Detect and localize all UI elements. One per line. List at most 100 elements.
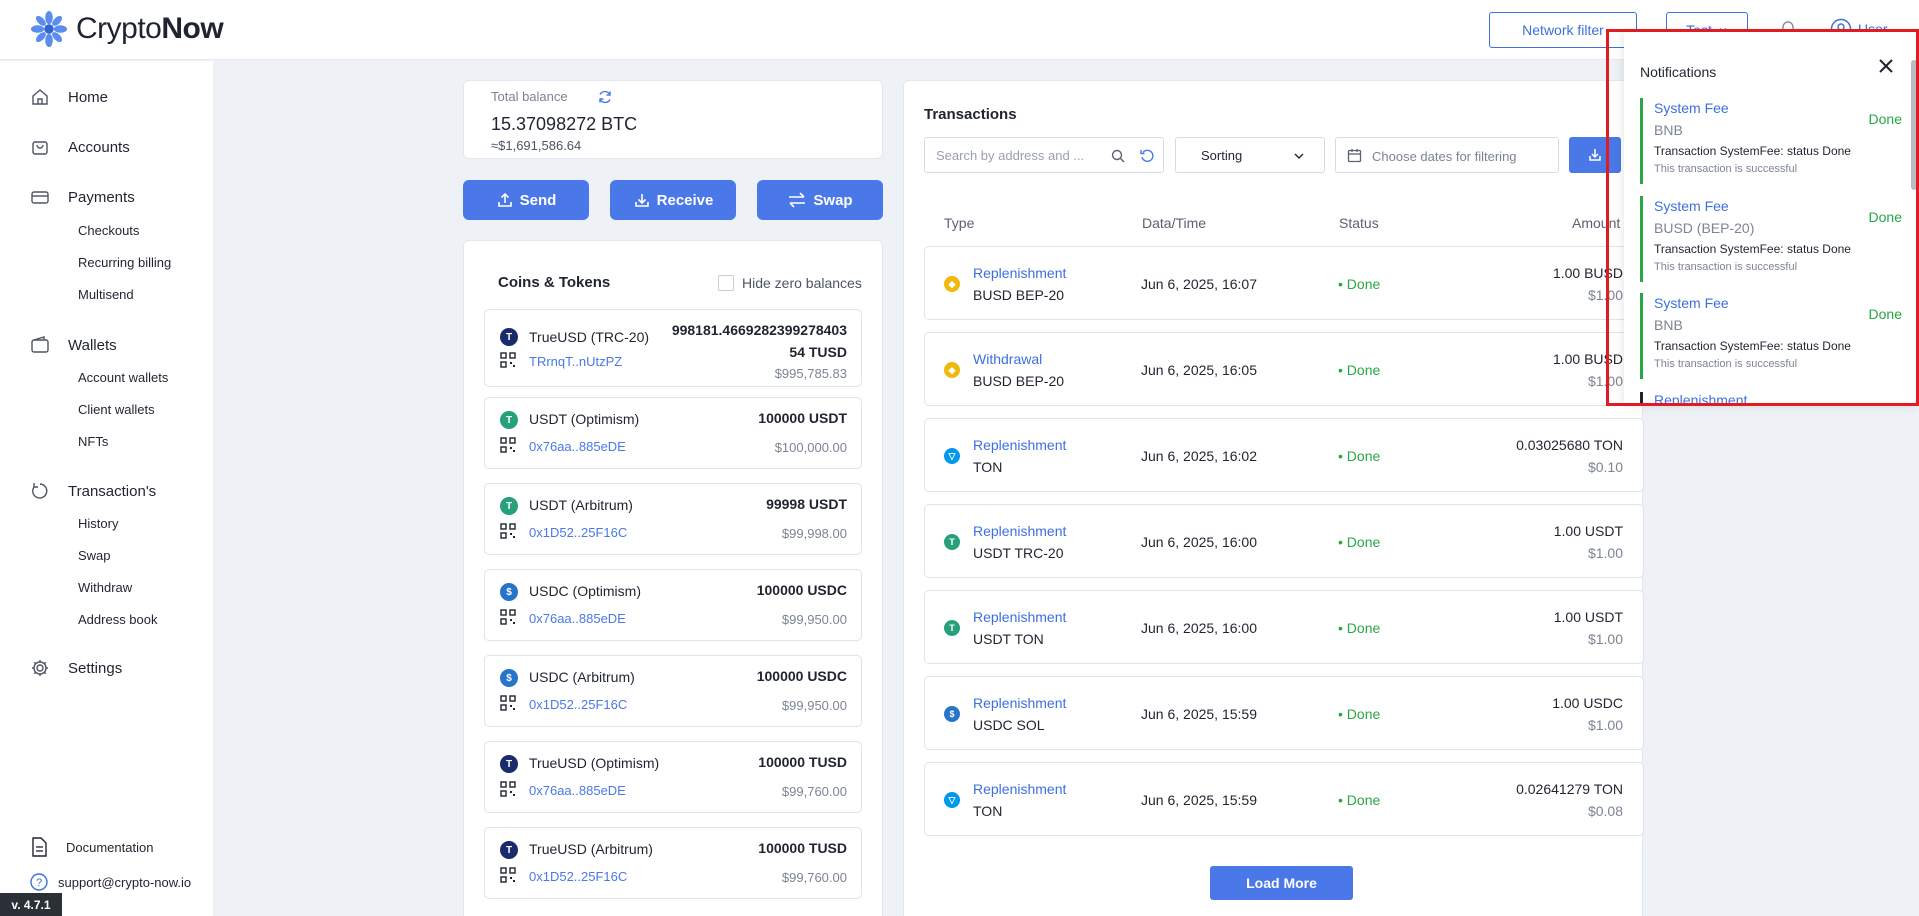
hide-zero-balances-toggle[interactable]: Hide zero balances <box>718 275 862 291</box>
qr-code-icon[interactable] <box>500 695 516 711</box>
coin-row[interactable]: T USDT (Optimism) 0x76aa..885eDE 100000 … <box>484 397 862 469</box>
transaction-row[interactable]: ▽ Replenishment TON Jun 6, 2025, 15:59 •… <box>924 762 1644 836</box>
ton-icon: ▽ <box>944 792 960 808</box>
notification-item-partial[interactable]: Replenishment <box>1640 392 1902 403</box>
coin-address[interactable]: 0x76aa..885eDE <box>529 783 626 798</box>
coin-row[interactable]: T TrueUSD (Optimism) 0x76aa..885eDE 1000… <box>484 741 862 813</box>
notification-asset: BNB <box>1654 122 1683 138</box>
column-header-date[interactable]: Data/Time <box>1142 215 1206 231</box>
tx-type[interactable]: Replenishment <box>973 437 1066 453</box>
search-icon[interactable] <box>1110 148 1126 164</box>
tx-type[interactable]: Replenishment <box>973 695 1066 711</box>
sorting-select[interactable]: Sorting <box>1175 137 1325 173</box>
sidebar-item-accounts[interactable]: Accounts <box>30 137 130 157</box>
qr-code-icon[interactable] <box>500 352 516 368</box>
receive-button[interactable]: Receive <box>610 180 736 220</box>
coin-row[interactable]: T TrueUSD (Arbitrum) 0x1D52..25F16C 1000… <box>484 827 862 899</box>
tx-type[interactable]: Withdrawal <box>973 351 1042 367</box>
sidebar-item-label: Wallets <box>68 336 117 354</box>
coin-address[interactable]: 0x76aa..885eDE <box>529 439 626 454</box>
coin-row[interactable]: T TrueUSD (TRC-20) TRrnqT..nUtzPZ 998181… <box>484 309 862 387</box>
search-input[interactable]: Search by address and ... <box>924 137 1164 173</box>
transaction-row[interactable]: T Replenishment USDT TRC-20 Jun 6, 2025,… <box>924 504 1644 578</box>
column-header-amount[interactable]: Amount <box>1572 215 1620 231</box>
hide-zero-checkbox[interactable] <box>718 275 734 291</box>
column-header-status[interactable]: Status <box>1339 215 1379 231</box>
notification-item[interactable]: System Fee Done BNB Transaction SystemFe… <box>1640 293 1902 379</box>
sidebar-item-home[interactable]: Home <box>30 87 108 107</box>
transaction-row[interactable]: ▽ Replenishment TON Jun 6, 2025, 16:02 •… <box>924 418 1644 492</box>
coin-address[interactable]: 0x1D52..25F16C <box>529 869 627 884</box>
sidebar-subitem-account-wallets[interactable]: Account wallets <box>78 370 168 385</box>
coin-address[interactable]: TRrnqT..nUtzPZ <box>529 354 622 369</box>
close-icon[interactable] <box>1876 56 1896 76</box>
notification-asset: BUSD (BEP-20) <box>1654 220 1755 236</box>
sidebar-subitem-nfts[interactable]: NFTs <box>78 434 108 449</box>
tx-date: Jun 6, 2025, 16:05 <box>1141 362 1257 378</box>
coin-address[interactable]: 0x1D52..25F16C <box>529 525 627 540</box>
bag-icon <box>32 141 48 155</box>
coin-row[interactable]: $ USDC (Optimism) 0x76aa..885eDE 100000 … <box>484 569 862 641</box>
qr-code-icon[interactable] <box>500 523 516 539</box>
sidebar-item-settings[interactable]: Settings <box>30 658 122 678</box>
coin-address[interactable]: 0x76aa..885eDE <box>529 611 626 626</box>
notification-item[interactable]: System Fee Done BUSD (BEP-20) Transactio… <box>1640 196 1902 282</box>
date-range-picker[interactable]: Choose dates for filtering <box>1335 137 1559 173</box>
sidebar-subitem-address-book[interactable]: Address book <box>78 612 158 627</box>
coin-address[interactable]: 0x1D52..25F16C <box>529 697 627 712</box>
sidebar-subitem-multisend[interactable]: Multisend <box>78 287 134 302</box>
sidebar-item-label: Payments <box>68 188 135 206</box>
qr-code-icon[interactable] <box>500 781 516 797</box>
sorting-label: Sorting <box>1201 148 1243 163</box>
tx-type[interactable]: Replenishment <box>973 265 1066 281</box>
tx-type[interactable]: Replenishment <box>973 609 1066 625</box>
tx-fiat: $1.00 <box>1587 373 1623 389</box>
notification-message: Transaction SystemFee: status Done <box>1654 242 1851 256</box>
sidebar-subitem-history[interactable]: History <box>78 516 118 531</box>
sidebar-item-transactions[interactable]: Transaction's <box>30 481 156 501</box>
total-balance-fiat: ≈$1,691,586.64 <box>491 138 582 153</box>
documentation-link[interactable]: Documentation <box>30 837 153 857</box>
sidebar-subitem-checkouts[interactable]: Checkouts <box>78 223 139 238</box>
send-button[interactable]: Send <box>463 180 589 220</box>
load-more-button[interactable]: Load More <box>1210 866 1353 900</box>
sidebar-subitem-withdraw[interactable]: Withdraw <box>78 580 132 595</box>
tx-fiat: $0.10 <box>1587 459 1623 475</box>
qr-code-icon[interactable] <box>500 437 516 453</box>
sidebar-item-payments[interactable]: Payments <box>30 187 135 207</box>
refresh-icon[interactable] <box>597 89 613 105</box>
tx-type[interactable]: Replenishment <box>973 523 1066 539</box>
sidebar-subitem-recurring-billing[interactable]: Recurring billing <box>78 255 171 270</box>
transactions-title: Transactions <box>924 106 1017 123</box>
sidebar-subitem-client-wallets[interactable]: Client wallets <box>78 402 155 417</box>
logo[interactable]: CryptoNow <box>30 10 224 48</box>
tether-icon: T <box>500 497 518 515</box>
sidebar-item-wallets[interactable]: Wallets <box>30 335 117 355</box>
transaction-row[interactable]: ◆ Replenishment BUSD BEP-20 Jun 6, 2025,… <box>924 246 1644 320</box>
notification-item[interactable]: System Fee Done BNB Transaction SystemFe… <box>1640 98 1902 184</box>
qr-code-icon[interactable] <box>500 867 516 883</box>
qr-code-icon[interactable] <box>500 609 516 625</box>
coin-amount: 100000 USDC <box>756 668 847 684</box>
network-filter-button[interactable]: Network filter <box>1489 12 1637 48</box>
swap-button[interactable]: Swap <box>757 180 883 220</box>
reset-icon[interactable] <box>1139 148 1155 164</box>
export-download-button[interactable] <box>1569 137 1621 173</box>
tx-type[interactable]: Replenishment <box>973 781 1066 797</box>
sidebar-subitem-swap[interactable]: Swap <box>78 548 111 563</box>
scrollbar[interactable] <box>1911 60 1917 190</box>
transaction-row[interactable]: $ Replenishment USDC SOL Jun 6, 2025, 15… <box>924 676 1644 750</box>
transaction-row[interactable]: T Replenishment USDT TON Jun 6, 2025, 16… <box>924 590 1644 664</box>
support-email-link[interactable]: ? support@crypto-now.io <box>30 873 191 891</box>
chevron-down-icon <box>1294 153 1304 159</box>
tx-amount: 0.02641279 TON <box>1516 781 1623 797</box>
receive-label: Receive <box>656 191 714 209</box>
column-header-type[interactable]: Type <box>944 215 974 231</box>
usdc-icon: $ <box>944 706 960 722</box>
status-badge: • Done <box>1338 792 1381 808</box>
coin-row[interactable]: T USDT (Arbitrum) 0x1D52..25F16C 99998 U… <box>484 483 862 555</box>
gear-icon <box>32 660 48 676</box>
status-badge: • Done <box>1338 448 1381 464</box>
coin-row[interactable]: $ USDC (Arbitrum) 0x1D52..25F16C 100000 … <box>484 655 862 727</box>
transaction-row[interactable]: ◆ Withdrawal BUSD BEP-20 Jun 6, 2025, 16… <box>924 332 1644 406</box>
